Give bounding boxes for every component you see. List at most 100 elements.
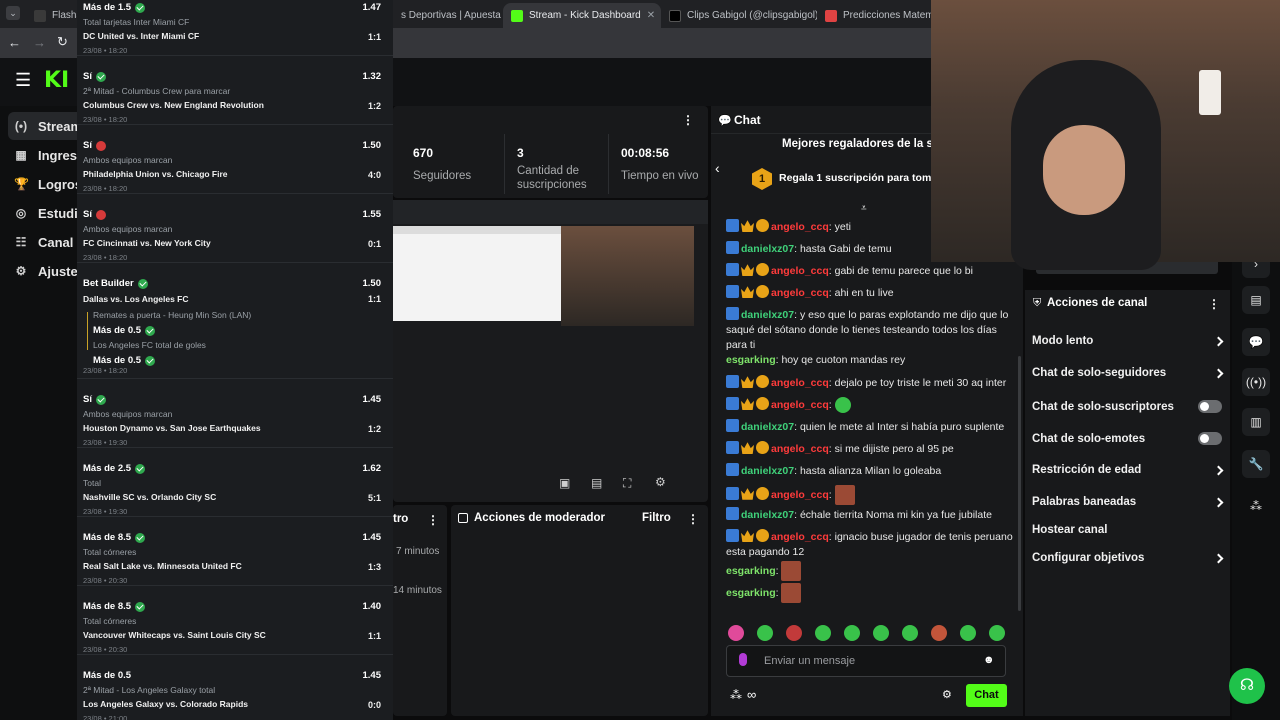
- filter-label[interactable]: tro: [393, 513, 408, 525]
- emote-picker-icon[interactable]: [902, 625, 918, 641]
- kick-logo[interactable]: KI: [44, 68, 69, 93]
- dashboard-sidebar: (•)Stream ▦Ingreso 🏆Logros ◎Estudio ☷Can…: [0, 106, 78, 720]
- emote-picker-icon[interactable]: [931, 625, 947, 641]
- chat-username[interactable]: danielxz07: [741, 509, 794, 521]
- bet-pick: Sí: [83, 209, 106, 220]
- pinned-chevron-icon[interactable]: ⩡: [861, 203, 867, 214]
- forward-icon[interactable]: →: [33, 35, 46, 50]
- channel-action-row[interactable]: Modo lento: [1032, 335, 1224, 347]
- chat-bubble-icon[interactable]: 💬: [1242, 328, 1270, 356]
- kick-points-icon[interactable]: ⁂: [1242, 492, 1270, 520]
- verified-badge-icon: [726, 529, 739, 542]
- chat-settings-icon[interactable]: ⚙: [942, 688, 952, 701]
- layout-icon[interactable]: ▥: [1242, 408, 1270, 436]
- sidebar-item-canal[interactable]: ☷ Canal: [8, 228, 78, 256]
- channel-action-row[interactable]: Chat de solo-suscriptores: [1032, 400, 1222, 413]
- tab-kick-dashboard[interactable]: Stream - Kick Dashboard ✕: [503, 3, 661, 28]
- sidebar-item-estudio[interactable]: ◎Estudio: [8, 199, 78, 227]
- back-icon[interactable]: ←: [8, 35, 21, 50]
- sidebar-item-logros[interactable]: 🏆 Logros: [8, 170, 78, 198]
- fullscreen-icon[interactable]: ⛶: [623, 476, 631, 491]
- emote-picker-icon[interactable]: [815, 625, 831, 641]
- bet-item[interactable]: Bet Builder 1.50 Dallas vs. Los Angeles F…: [77, 264, 393, 379]
- chat-username[interactable]: danielxz07: [741, 243, 794, 255]
- chat-username[interactable]: esgarking: [726, 565, 776, 577]
- toggle-switch[interactable]: [1198, 400, 1222, 413]
- chat-scrollbar[interactable]: [1018, 356, 1021, 611]
- emote-picker-icon[interactable]: [728, 625, 744, 641]
- chat-username[interactable]: angelo_ccq: [771, 265, 829, 277]
- emote-picker-icon[interactable]: [989, 625, 1005, 641]
- more-options-icon[interactable]: ⋮: [682, 113, 694, 127]
- gift-cta-text[interactable]: Regala 1 suscripción para tomar l: [779, 172, 947, 184]
- filter-button[interactable]: Filtro: [642, 512, 671, 524]
- bet-item[interactable]: Más de 1.5 1.47 Total tarjetas Inter Miam…: [77, 0, 393, 56]
- chat-username[interactable]: angelo_ccq: [771, 443, 829, 455]
- close-tab-icon[interactable]: ✕: [647, 10, 655, 21]
- bet-item[interactable]: Más de 2.5 1.62 Total Nashville SC vs. Or…: [77, 449, 393, 517]
- channel-action-row[interactable]: Chat de solo-seguidores: [1032, 367, 1224, 379]
- support-chat-button[interactable]: ☊: [1229, 668, 1265, 704]
- tab-predicciones[interactable]: Predicciones Matemátic: [817, 3, 931, 28]
- mic-icon[interactable]: [739, 653, 747, 666]
- chat-username[interactable]: esgarking: [726, 354, 776, 366]
- menu-icon[interactable]: ☰: [15, 70, 31, 91]
- broadcast-icon[interactable]: ((•)): [1242, 368, 1270, 396]
- bet-item[interactable]: Sí 1.45 Ambos equipos marcan Houston Dyna…: [77, 380, 393, 448]
- chat-text: :: [828, 399, 832, 411]
- emote-picker-icon[interactable]: [873, 625, 889, 641]
- chat-input[interactable]: Enviar un mensaje ☻: [726, 645, 1006, 677]
- channel-action-row[interactable]: Restricción de edad: [1032, 464, 1224, 476]
- chat-username[interactable]: angelo_ccq: [771, 377, 829, 389]
- chat-username[interactable]: angelo_ccq: [771, 221, 829, 233]
- tab-apuestas[interactable]: s Deportivas | Apuesta✕: [393, 3, 503, 28]
- pip-icon[interactable]: ▣: [559, 476, 570, 490]
- document-icon[interactable]: ▤: [1242, 286, 1270, 314]
- emoji-icon[interactable]: ☻: [983, 654, 995, 666]
- sidebar-item-stream[interactable]: (•) Stream: [8, 112, 78, 140]
- theater-icon[interactable]: ▤: [591, 476, 602, 490]
- chat-username[interactable]: angelo_ccq: [771, 489, 829, 501]
- infinity-icon[interactable]: ∞: [747, 687, 756, 702]
- bet-item[interactable]: Sí 1.50 Ambos equipos marcan Philadelphia…: [77, 126, 393, 194]
- bet-item[interactable]: Más de 0.5 1.45 2ª Mitad - Los Angeles Ga…: [77, 656, 393, 720]
- chat-message: angelo_ccq: ignacio buse jugador de teni…: [726, 529, 1016, 560]
- chat-username[interactable]: angelo_ccq: [771, 531, 829, 543]
- channel-action-row[interactable]: Chat de solo-emotes: [1032, 432, 1222, 445]
- kick-points-icon[interactable]: ⁂: [730, 688, 742, 702]
- chat-username[interactable]: esgarking: [726, 587, 776, 599]
- chat-username[interactable]: danielxz07: [741, 421, 794, 433]
- more-options-icon[interactable]: ⋮: [427, 513, 439, 527]
- bet-item[interactable]: Más de 8.5 1.40 Total córneres Vancouver …: [77, 587, 393, 655]
- bet-item[interactable]: Más de 8.5 1.45 Total córneres Real Salt …: [77, 518, 393, 586]
- toggle-switch[interactable]: [1198, 432, 1222, 445]
- chat-username[interactable]: danielxz07: [741, 465, 794, 477]
- emote-picker-icon[interactable]: [844, 625, 860, 641]
- reload-icon[interactable]: ↻: [57, 34, 68, 50]
- tab-list-button[interactable]: ⌄: [6, 6, 20, 20]
- settings-icon[interactable]: ⚙: [655, 475, 666, 489]
- sub-badge-icon: [756, 285, 769, 298]
- chat-username[interactable]: angelo_ccq: [771, 287, 829, 299]
- tab-flashscore[interactable]: Flashsco: [26, 3, 78, 28]
- sidebar-item-ajustes[interactable]: ⚙Ajustes: [8, 257, 78, 285]
- emote-picker-icon[interactable]: [960, 625, 976, 641]
- bet-item[interactable]: Sí 1.55 Ambos equipos marcan FC Cincinnat…: [77, 195, 393, 263]
- tab-clips-gabigol[interactable]: Clips Gabigol (@clipsgabigol) |✕: [661, 3, 817, 28]
- send-chat-button[interactable]: Chat: [966, 684, 1007, 707]
- bet-item[interactable]: Sí 1.32 2ª Mitad - Columbus Crew para mar…: [77, 57, 393, 125]
- chat-username[interactable]: danielxz07: [741, 309, 794, 321]
- wrench-icon[interactable]: 🔧: [1242, 450, 1270, 478]
- chat-username[interactable]: angelo_ccq: [771, 399, 829, 411]
- chevron-left-icon[interactable]: ‹: [715, 160, 720, 176]
- channel-action-row[interactable]: Palabras baneadas: [1032, 496, 1224, 508]
- emote-picker-icon[interactable]: [786, 625, 802, 641]
- more-options-icon[interactable]: ⋮: [687, 512, 699, 526]
- activity-time: 7 minutos: [396, 546, 440, 557]
- chat-text: : ahi en tu live: [828, 287, 894, 299]
- channel-action-row[interactable]: Configurar objetivos: [1032, 552, 1224, 564]
- more-options-icon[interactable]: ⋮: [1208, 297, 1220, 311]
- sidebar-item-ingreso[interactable]: ▦Ingreso: [8, 141, 78, 169]
- channel-action-row[interactable]: Hostear canal: [1032, 524, 1222, 536]
- emote-picker-icon[interactable]: [757, 625, 773, 641]
